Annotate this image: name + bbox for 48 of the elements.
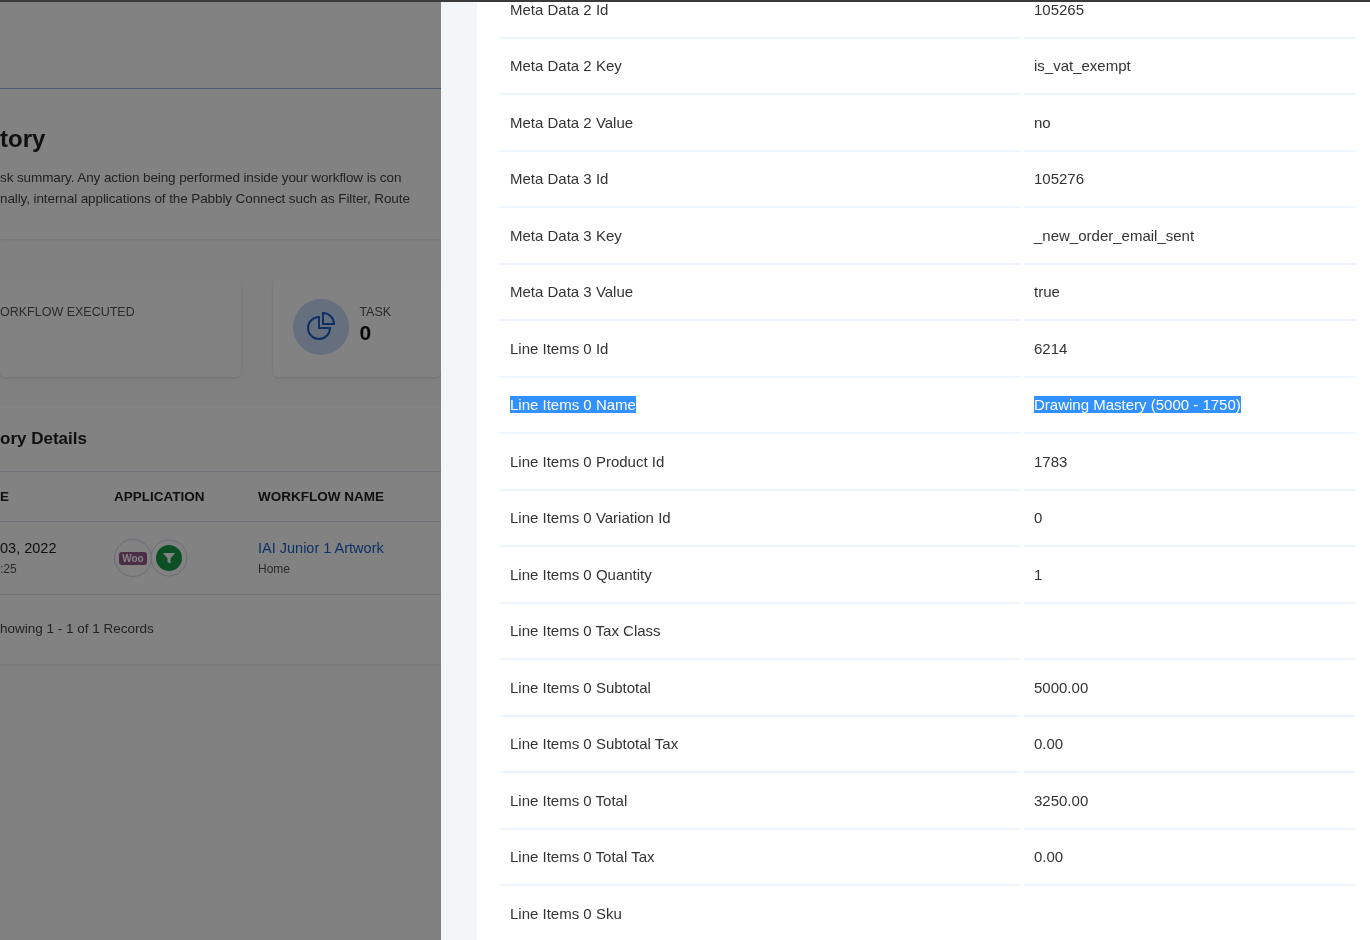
stat-label: ORKFLOW EXECUTED (0, 305, 135, 319)
field-value: _new_order_email_sent (1034, 226, 1195, 244)
field-key: Line Items 0 Name (510, 396, 636, 414)
field-value: 5000.00 (1034, 678, 1089, 696)
field-key: Line Items 0 Subtotal Tax (510, 735, 679, 753)
field-key: Line Items 0 Id (510, 339, 609, 357)
stat-label: TASK (359, 305, 392, 319)
field-value: 0.00 (1034, 848, 1064, 866)
field-key: Line Items 0 Subtotal (510, 678, 651, 696)
field-key: Line Items 0 Total Tax (510, 848, 655, 866)
field-key: Meta Data 3 Id (510, 170, 609, 188)
field-value: no (1034, 113, 1051, 131)
column-header: APPLICATION (114, 488, 206, 506)
field-key: Line Items 0 Total (510, 791, 628, 809)
field-value: 105265 (1034, 2, 1085, 18)
field-value: 105276 (1034, 170, 1085, 188)
field-key: Meta Data 3 Key (510, 226, 622, 244)
app-logo: Woo (119, 551, 147, 565)
field-value: 6214 (1034, 339, 1068, 357)
column-header: E (0, 488, 10, 506)
field-key: Meta Data 3 Value (510, 283, 634, 301)
field-value: Drawing Mastery (5000 - 1750) (1034, 396, 1241, 414)
folder-text: Home (258, 562, 291, 576)
page-description: sk summary. Any action being performed inside your workflow is con (0, 169, 403, 187)
pie-chart-icon (293, 299, 350, 355)
field-value: 3250.00 (1034, 791, 1089, 809)
field-value: 0 (1034, 509, 1043, 527)
records-count: howing 1 - 1 of 1 Records (0, 620, 155, 638)
field-key: Line Items 0 Product Id (510, 452, 665, 470)
field-key: Line Items 0 Tax Class (510, 622, 661, 640)
field-value: is_vat_exempt (1034, 57, 1131, 75)
date-text: 03, 2022 (0, 540, 58, 556)
field-value: 0.00 (1034, 735, 1064, 753)
field-key: Meta Data 2 Key (510, 57, 622, 75)
field-key: Line Items 0 Variation Id (510, 509, 671, 527)
column-header: WORKFLOW NAME (258, 488, 385, 506)
field-value: 1783 (1034, 452, 1068, 470)
page-title: tory (0, 125, 47, 153)
workflow-link[interactable]: IAI Junior 1 Artwork (258, 540, 441, 556)
page-description: nally, internal applications of the Pabbly Connect such as Filter, Route (0, 190, 411, 208)
field-key: Line Items 0 Sku (510, 904, 622, 922)
field-key: Line Items 0 Quantity (510, 565, 652, 583)
field-key: Meta Data 2 Value (510, 113, 634, 131)
field-key: Meta Data 2 Id (510, 2, 609, 18)
stat-value: 0 (359, 321, 373, 345)
field-value: 1 (1034, 565, 1043, 583)
field-value: true (1034, 283, 1060, 301)
time-text: :25 (0, 562, 18, 576)
